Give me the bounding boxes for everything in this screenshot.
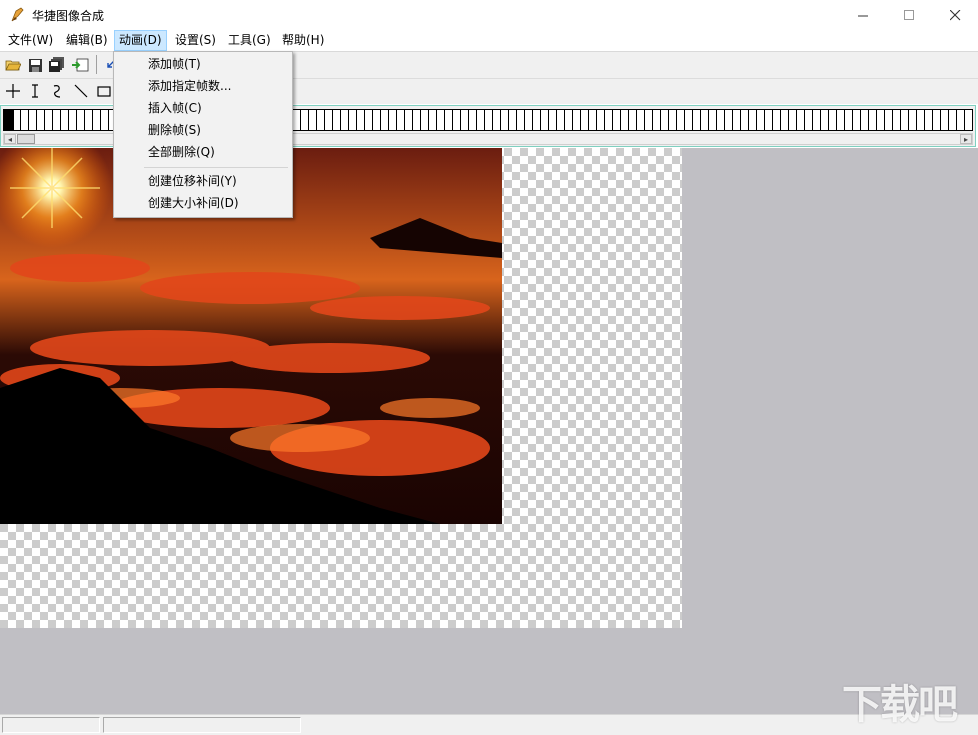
status-pane-2 — [103, 717, 301, 733]
menu-tools[interactable]: 工具(G) — [228, 31, 271, 50]
menu-insert-frame[interactable]: 插入帧(C) — [148, 98, 202, 118]
menu-separator — [144, 167, 288, 168]
scroll-right-icon[interactable]: ▸ — [960, 134, 972, 144]
maximize-button[interactable] — [886, 0, 932, 30]
menu-create-size-tween[interactable]: 创建大小补间(D) — [148, 193, 239, 213]
menu-add-frame[interactable]: 添加帧(T) — [148, 54, 201, 74]
menu-delete-frame[interactable]: 删除帧(S) — [148, 120, 201, 140]
title-bar: 华捷图像合成 — [0, 0, 978, 30]
menu-add-n-frames[interactable]: 添加指定帧数... — [148, 76, 231, 96]
crosshair-icon[interactable] — [4, 82, 22, 100]
curve-icon[interactable] — [48, 82, 66, 100]
maximize-icon — [903, 9, 914, 20]
text-cursor-icon[interactable] — [26, 82, 44, 100]
close-icon — [949, 9, 960, 20]
save-all-icon[interactable] — [48, 56, 66, 74]
animation-menu: 添加帧(T) 添加指定帧数... 插入帧(C) 删除帧(S) 全部删除(Q) 创… — [113, 51, 293, 218]
status-bar — [0, 714, 978, 735]
menu-bar: 文件(W) 编辑(B) 动画(D) 设置(S) 工具(G) 帮助(H) — [0, 30, 978, 52]
image-canvas[interactable] — [0, 148, 682, 628]
menu-create-motion-tween[interactable]: 创建位移补间(Y) — [148, 171, 237, 191]
open-folder-icon[interactable] — [4, 56, 22, 74]
minimize-button[interactable] — [840, 0, 886, 30]
rectangle-icon[interactable] — [95, 82, 113, 100]
watermark-logo: 下载吧 — [842, 682, 958, 728]
workspace — [0, 148, 978, 714]
window-title: 华捷图像合成 — [32, 9, 105, 23]
scrollbar-thumb[interactable] — [17, 134, 35, 144]
line-icon[interactable] — [72, 82, 90, 100]
app-logo-icon — [11, 7, 24, 22]
minimize-icon — [857, 15, 868, 16]
current-frame-marker[interactable] — [4, 110, 14, 130]
menu-edit[interactable]: 编辑(B) — [66, 31, 108, 50]
toolbar-separator — [96, 55, 97, 74]
menu-delete-all[interactable]: 全部删除(Q) — [148, 142, 215, 162]
menu-settings[interactable]: 设置(S) — [175, 31, 216, 50]
status-pane-1 — [2, 717, 100, 733]
import-frame-icon[interactable] — [71, 56, 89, 74]
menu-help[interactable]: 帮助(H) — [282, 31, 324, 50]
menu-animation[interactable]: 动画(D) — [114, 30, 167, 51]
close-button[interactable] — [932, 0, 978, 30]
scroll-left-icon[interactable]: ◂ — [4, 134, 16, 144]
save-icon[interactable] — [26, 56, 44, 74]
menu-file[interactable]: 文件(W) — [8, 31, 53, 50]
